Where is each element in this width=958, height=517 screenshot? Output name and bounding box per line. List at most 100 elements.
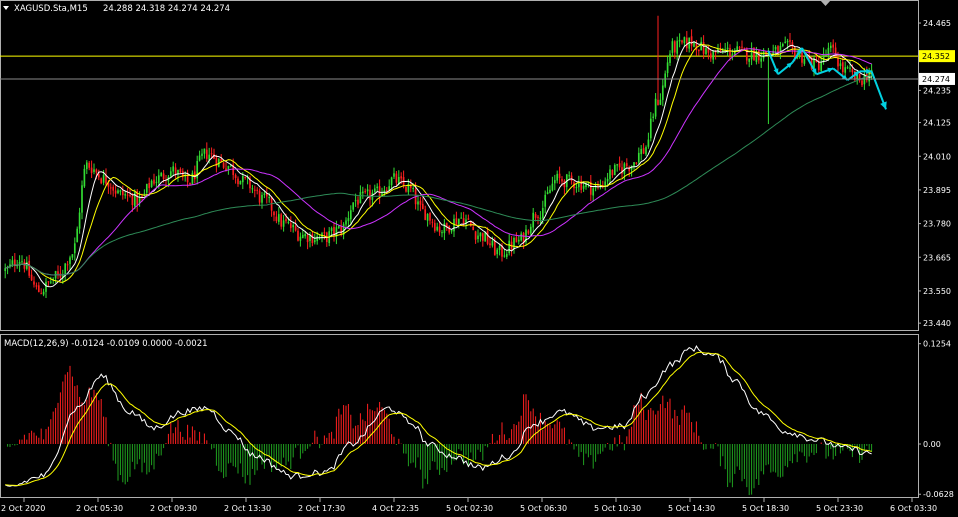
- candle-body: [160, 173, 163, 177]
- price-tick-label: 24.465: [923, 19, 951, 28]
- candle-body: [287, 221, 290, 223]
- candle-body: [609, 169, 611, 180]
- macd-tick-label: 0.00: [923, 440, 941, 449]
- candle-body: [349, 210, 352, 220]
- candle-body: [222, 162, 225, 168]
- candle-body: [282, 220, 285, 227]
- candle-body: [385, 190, 388, 192]
- candle-body: [472, 226, 475, 231]
- chart-header: XAGUSD.Sta,M15 24.288 24.318 24.274 24.2…: [3, 4, 230, 14]
- candle-body: [537, 216, 539, 219]
- price-tick-label: 23.665: [923, 253, 951, 262]
- candle-body: [801, 52, 803, 63]
- candle-body: [774, 46, 777, 50]
- time-tick-label: 5 Oct 18:30: [742, 504, 789, 513]
- candle-body: [697, 49, 700, 52]
- candle-body: [520, 233, 523, 241]
- candle-body: [834, 47, 837, 59]
- candle-body: [741, 46, 743, 48]
- candle-body: [234, 175, 237, 178]
- candle-body: [25, 261, 28, 269]
- candle-body: [97, 174, 100, 178]
- candle-body: [474, 231, 477, 240]
- candle-body: [126, 194, 129, 196]
- candle-body: [681, 40, 683, 43]
- candle-body: [345, 220, 347, 225]
- candle-body: [846, 67, 849, 69]
- price-tick-label: 23.895: [923, 186, 951, 195]
- candle-body: [299, 236, 302, 241]
- candle-body: [359, 192, 362, 204]
- trading-chart[interactable]: XAGUSD.Sta,M15 24.288 24.318 24.274 24.2…: [0, 0, 958, 517]
- candle-body: [661, 85, 664, 100]
- candle-body: [753, 48, 755, 61]
- candle-body: [553, 180, 556, 184]
- horizontal-level-value: 24.352: [922, 52, 950, 61]
- candle-body: [186, 174, 189, 183]
- candle-body: [285, 219, 287, 222]
- candle-body: [505, 253, 508, 257]
- candle-body: [316, 236, 319, 242]
- candle-body: [280, 214, 283, 227]
- candle-body: [366, 189, 369, 192]
- candle-body: [191, 172, 194, 185]
- candle-body: [417, 201, 419, 205]
- candle-body: [582, 185, 585, 189]
- candle-body: [837, 57, 839, 67]
- candle-body: [431, 221, 434, 223]
- candle-body: [354, 200, 357, 202]
- candle-body: [373, 188, 376, 193]
- candle-body: [606, 178, 609, 182]
- candle-body: [633, 162, 635, 166]
- candle-body: [467, 218, 470, 220]
- candle-body: [81, 185, 83, 213]
- candle-body: [496, 249, 499, 255]
- candle-body: [820, 62, 823, 71]
- macd-title: MACD(12,26,9) -0.0124 -0.0109 0.0000 -0.…: [4, 339, 208, 349]
- candle-body: [83, 168, 86, 187]
- candle-body: [832, 44, 835, 48]
- candle-body: [131, 195, 134, 206]
- candle-body: [625, 163, 628, 167]
- macd-header: MACD(12,26,9) -0.0124 -0.0109 0.0000 -0.…: [4, 339, 208, 349]
- candle-body: [141, 195, 143, 197]
- candle-body: [395, 173, 398, 183]
- candle-body: [678, 39, 681, 42]
- candle-body: [635, 162, 638, 164]
- candle-body: [337, 225, 340, 228]
- candle-body: [273, 211, 275, 216]
- candle-body: [844, 67, 847, 73]
- candle-body: [301, 234, 304, 239]
- candle-body: [460, 217, 463, 219]
- candle-body: [244, 176, 247, 179]
- candle-body: [421, 203, 424, 210]
- candle-body: [124, 194, 127, 196]
- candle-body: [69, 257, 71, 264]
- candle-body: [693, 41, 695, 47]
- candle-body: [405, 186, 407, 192]
- candle-body: [479, 232, 482, 237]
- candle-body: [592, 188, 595, 196]
- candle-body: [78, 212, 81, 229]
- candle-body: [112, 186, 115, 191]
- candle-body: [376, 186, 379, 189]
- candle-body: [647, 139, 650, 147]
- candle-body: [760, 58, 763, 62]
- candle-body: [503, 255, 506, 257]
- candle-body: [457, 218, 460, 225]
- candle-body: [654, 98, 657, 117]
- candle-body: [73, 243, 76, 254]
- candle-body: [347, 218, 350, 222]
- candle-body: [657, 99, 659, 106]
- candle-body: [652, 116, 655, 118]
- candle-body: [253, 189, 256, 191]
- candle-body: [393, 173, 395, 177]
- candle-body: [33, 281, 35, 285]
- candle-body: [645, 147, 647, 155]
- candle-body: [690, 36, 693, 46]
- candle-body: [849, 67, 851, 69]
- candle-body: [491, 240, 494, 246]
- candle-body: [40, 293, 43, 295]
- candle-body: [162, 173, 165, 180]
- time-tick-label: 2 Oct 2020: [1, 504, 45, 513]
